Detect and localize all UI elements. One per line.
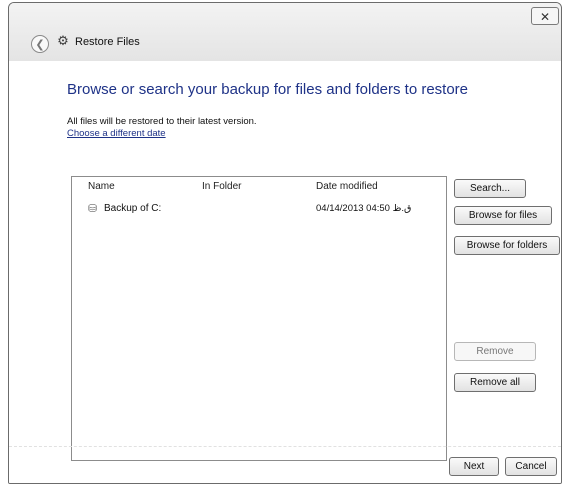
column-header-in-folder[interactable]: In Folder [202,181,241,192]
next-button[interactable]: Next [449,457,499,476]
page-heading: Browse or search your backup for files a… [67,81,469,98]
back-arrow-icon[interactable]: ❮ [31,35,49,53]
column-header-name[interactable]: Name [88,181,115,192]
window-title: Restore Files [75,36,140,48]
title-bar: ✕ ❮ ⚙ Restore Files [9,3,561,62]
search-button[interactable]: Search... [454,179,526,198]
column-header-date-modified[interactable]: Date modified [316,181,378,192]
restore-info-text: All files will be restored to their late… [67,116,257,127]
browse-for-files-button[interactable]: Browse for files [454,206,552,225]
remove-button[interactable]: Remove [454,342,536,361]
browse-for-folders-button[interactable]: Browse for folders [454,236,560,255]
footer-divider [9,446,561,447]
item-date-modified: 04/14/2013 04:50 ق.ظ [316,203,412,214]
backup-drive-icon: ⛁ [88,202,98,215]
restore-files-window: ✕ ❮ ⚙ Restore Files Browse or search you… [8,2,562,484]
choose-different-date-link[interactable]: Choose a different date [67,128,166,139]
item-name: Backup of C: [104,203,162,214]
remove-all-button[interactable]: Remove all [454,373,536,392]
content-area: Browse or search your backup for files a… [9,61,561,483]
list-item[interactable]: ⛁ Backup of C: 04/14/2013 04:50 ق.ظ [72,201,446,219]
restore-files-icon: ⚙ [57,34,69,49]
cancel-button[interactable]: Cancel [505,457,557,476]
close-button[interactable]: ✕ [531,7,559,25]
file-list[interactable]: Name In Folder Date modified ⛁ Backup of… [71,176,447,461]
